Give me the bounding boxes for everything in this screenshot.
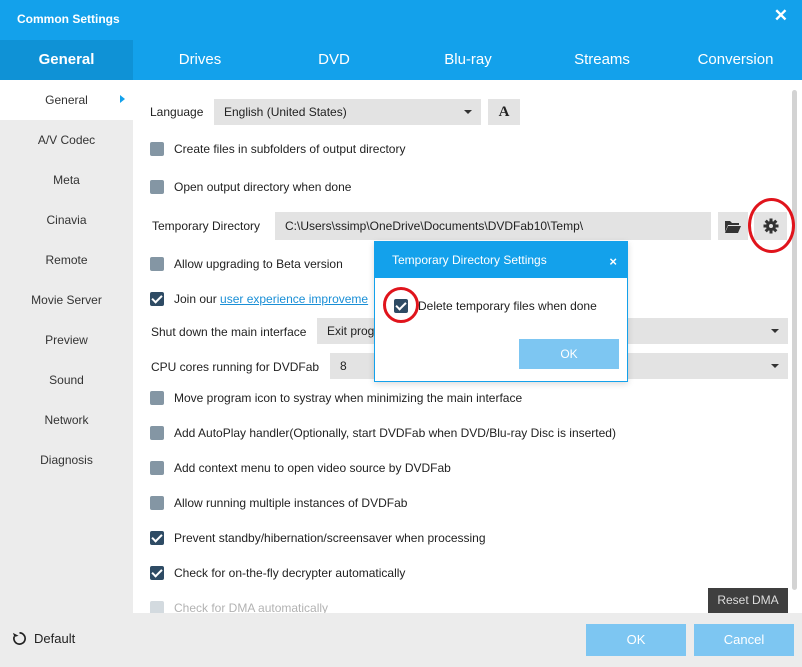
dma-label: Check for DMA automatically [174,601,329,613]
prevent-standby-label: Prevent standby/hibernation/screensaver … [174,531,486,545]
language-value: English (United States) [224,105,347,119]
context-menu-label: Add context menu to open video source by… [174,461,451,475]
allow-beta-option[interactable]: Allow upgrading to Beta version [150,257,343,271]
tab-streams[interactable]: Streams [535,40,669,80]
tab-general[interactable]: General [0,40,133,80]
window-title: Common Settings [17,12,120,26]
create-subfolders-label: Create files in subfolders of output dir… [174,142,406,156]
context-menu-checkbox[interactable] [150,461,164,475]
tab-blu-ray[interactable]: Blu-ray [401,40,535,80]
title-bar: Common Settings ✕ General Drives DVD Blu… [0,0,802,80]
join-ux-label: Join our [174,292,221,306]
font-button[interactable]: A [488,99,520,125]
cancel-button[interactable]: Cancel [694,624,794,656]
ux-program-link[interactable]: user experience improveme [220,292,368,306]
chevron-down-icon [771,329,779,333]
dialog-ok-button[interactable]: OK [519,339,619,369]
close-icon[interactable]: ✕ [774,6,788,26]
delete-temp-checkbox[interactable] [394,299,408,313]
open-output-dir-label: Open output directory when done [174,180,352,194]
sidebar-item-cinavia[interactable]: Cinavia [0,200,133,240]
sidebar-item-remote[interactable]: Remote [0,240,133,280]
shutdown-value: Exit prog [327,324,375,338]
open-output-dir-checkbox[interactable] [150,180,164,194]
dma-checkbox[interactable] [150,601,164,613]
decrypter-checkbox[interactable] [150,566,164,580]
prevent-standby-option[interactable]: Prevent standby/hibernation/screensaver … [150,531,486,545]
autoplay-checkbox[interactable] [150,426,164,440]
delete-temp-label: Delete temporary files when done [418,299,597,313]
temp-dir-settings-dialog: Temporary Directory Settings × Delete te… [374,241,628,382]
sidebar-item-preview[interactable]: Preview [0,320,133,360]
cpu-cores-label: CPU cores running for DVDFab [151,360,320,374]
multi-instance-checkbox[interactable] [150,496,164,510]
default-button[interactable]: Default [12,631,75,646]
tab-dvd[interactable]: DVD [267,40,401,80]
dma-option[interactable]: Check for DMA automatically [150,601,328,613]
prevent-standby-checkbox[interactable] [150,531,164,545]
chevron-right-icon [120,95,125,103]
chevron-down-icon [771,364,779,368]
allow-beta-label: Allow upgrading to Beta version [174,257,343,271]
decrypter-option[interactable]: Check for on-the-fly decrypter automatic… [150,566,405,580]
tab-bar: General Drives DVD Blu-ray Streams Conve… [0,40,802,80]
systray-label: Move program icon to systray when minimi… [174,391,523,405]
sidebar-item-movie-server[interactable]: Movie Server [0,280,133,320]
context-menu-option[interactable]: Add context menu to open video source by… [150,461,451,475]
sidebar-item-network[interactable]: Network [0,400,133,440]
close-icon[interactable]: × [609,254,617,269]
gear-icon[interactable] [754,212,787,240]
chevron-down-icon [464,110,472,114]
join-ux-option[interactable]: Join our user experience improveme [150,292,368,306]
create-subfolders-checkbox[interactable] [150,142,164,156]
temp-dir-label: Temporary Directory [152,219,261,233]
temp-dir-field[interactable]: C:\Users\ssimp\OneDrive\Documents\DVDFab… [275,212,711,240]
shutdown-label: Shut down the main interface [151,325,307,339]
open-output-dir-option[interactable]: Open output directory when done [150,180,351,194]
tab-conversion[interactable]: Conversion [669,40,802,80]
systray-option[interactable]: Move program icon to systray when minimi… [150,391,522,405]
decrypter-label: Check for on-the-fly decrypter automatic… [174,566,406,580]
language-label: Language [150,105,204,119]
multi-instance-option[interactable]: Allow running multiple instances of DVDF… [150,496,407,510]
sidebar-item-sound[interactable]: Sound [0,360,133,400]
reset-dma-button[interactable]: Reset DMA [708,588,788,613]
sidebar-item-label: General [45,93,88,107]
create-subfolders-option[interactable]: Create files in subfolders of output dir… [150,142,405,156]
default-label: Default [34,631,76,646]
delete-temp-option[interactable]: Delete temporary files when done [394,299,597,313]
dialog-title: Temporary Directory Settings [392,253,547,267]
allow-beta-checkbox[interactable] [150,257,164,271]
sidebar-item-av-codec[interactable]: A/V Codec [0,120,133,160]
sidebar-item-general[interactable]: General [0,80,133,120]
tab-drives[interactable]: Drives [133,40,267,80]
join-ux-checkbox[interactable] [150,292,164,306]
autoplay-option[interactable]: Add AutoPlay handler(Optionally, start D… [150,426,616,440]
sidebar-item-meta[interactable]: Meta [0,160,133,200]
scrollbar[interactable] [792,90,797,590]
systray-checkbox[interactable] [150,391,164,405]
footer: Default OK Cancel [0,613,802,667]
multi-instance-label: Allow running multiple instances of DVDF… [174,496,408,510]
reset-icon [12,632,26,645]
ok-button[interactable]: OK [586,624,686,656]
language-select[interactable]: English (United States) [214,99,481,125]
folder-icon[interactable] [718,212,748,240]
sidebar: General A/V Codec Meta Cinavia Remote Mo… [0,80,133,613]
cpu-cores-value: 8 [340,359,347,373]
dialog-title-bar: Temporary Directory Settings × [375,242,627,278]
autoplay-label: Add AutoPlay handler(Optionally, start D… [174,426,616,440]
sidebar-item-diagnosis[interactable]: Diagnosis [0,440,133,480]
